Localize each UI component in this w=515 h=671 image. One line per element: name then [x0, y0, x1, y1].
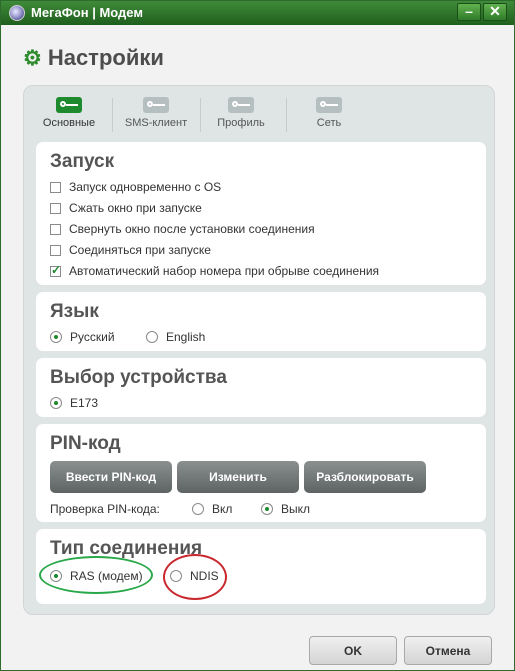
- auto-redial-option[interactable]: Автоматический набор номера при обрыве с…: [50, 263, 380, 278]
- pin-section: PIN-код Ввести PIN-код Изменить Разблоки…: [36, 424, 486, 522]
- pin-check-off-option[interactable]: Выкл: [261, 502, 310, 516]
- language-english-radio[interactable]: [146, 331, 158, 343]
- device-section: Выбор устройства E173: [36, 358, 486, 417]
- pin-check-off-radio[interactable]: [261, 503, 273, 515]
- pin-check-on-option[interactable]: Вкл: [192, 502, 232, 516]
- window-title: МегаФон | Модем: [31, 5, 143, 20]
- red-highlight-ellipse: [163, 554, 227, 600]
- tab-network-label: Сеть: [316, 117, 342, 129]
- title-bar[interactable]: МегаФон | Модем – ✕: [1, 1, 514, 25]
- launch-with-os-option[interactable]: Запуск одновременно с OS: [50, 180, 221, 194]
- pin-check-on-label: Вкл: [212, 502, 233, 516]
- tab-basic-label: Основные: [42, 117, 96, 129]
- auto-redial-label: Автоматический набор номера при обрыве с…: [69, 264, 380, 278]
- tab-basic[interactable]: Основные: [34, 94, 104, 140]
- minimize-on-start-label: Сжать окно при запуске: [69, 201, 202, 215]
- launch-title: Запуск: [50, 151, 115, 172]
- language-russian-radio[interactable]: [50, 331, 62, 343]
- gear-icon: ⚙: [23, 47, 42, 70]
- collapse-after-connect-option[interactable]: Свернуть окно после установки соединения: [50, 222, 315, 236]
- tab-sms-label: SMS-клиент: [124, 117, 188, 129]
- pin-check-label: Проверка PIN-кода:: [50, 502, 160, 516]
- device-e173-radio[interactable]: [50, 397, 62, 409]
- minimize-on-start-checkbox[interactable]: [50, 202, 61, 214]
- sms-key-icon: [143, 97, 169, 113]
- page-title: ⚙ Настройки: [23, 45, 164, 71]
- pin-check-off-label: Выкл: [281, 502, 311, 516]
- close-button[interactable]: ✕: [483, 3, 507, 21]
- cancel-button[interactable]: Отмена: [404, 636, 492, 665]
- minimize-on-start-option[interactable]: Сжать окно при запуске: [50, 201, 202, 215]
- tab-bar: Основные SMS-клиент Профиль Сеть: [24, 94, 494, 140]
- device-title: Выбор устройства: [50, 367, 227, 388]
- launch-section: Запуск Запуск одновременно с OS Сжать ок…: [36, 142, 486, 285]
- connect-on-start-option[interactable]: Соединяться при запуске: [50, 243, 211, 257]
- tab-divider: [286, 98, 287, 132]
- collapse-after-connect-label: Свернуть окно после установки соединения: [69, 222, 315, 236]
- language-english-label: English: [166, 330, 206, 344]
- tab-divider: [112, 98, 113, 132]
- tab-network[interactable]: Сеть: [294, 94, 364, 140]
- page-title-text: Настройки: [47, 45, 164, 70]
- pin-title: PIN-код: [50, 433, 121, 454]
- green-highlight-ellipse: [39, 556, 153, 594]
- language-russian-option[interactable]: Русский: [50, 330, 115, 344]
- language-russian-label: Русский: [70, 330, 115, 344]
- connect-on-start-checkbox[interactable]: [50, 244, 61, 256]
- settings-folder-icon: [56, 97, 82, 113]
- minimize-button[interactable]: –: [457, 3, 481, 21]
- tab-profile[interactable]: Профиль: [206, 94, 276, 140]
- tab-divider: [200, 98, 201, 132]
- language-english-option[interactable]: English: [146, 330, 205, 344]
- app-window: МегаФон | Модем – ✕ ⚙ Настройки Основные …: [0, 0, 515, 671]
- connect-on-start-label: Соединяться при запуске: [69, 243, 211, 257]
- unlock-pin-button[interactable]: Разблокировать: [304, 461, 426, 493]
- megafon-logo-icon: [9, 5, 25, 21]
- collapse-after-connect-checkbox[interactable]: [50, 223, 61, 235]
- language-section: Язык Русский English: [36, 292, 486, 351]
- tab-sms-client[interactable]: SMS-клиент: [118, 94, 194, 140]
- language-title: Язык: [50, 301, 99, 322]
- network-key-icon: [316, 97, 342, 113]
- change-pin-button[interactable]: Изменить: [177, 461, 299, 493]
- settings-panel: Основные SMS-клиент Профиль Сеть Запуск: [23, 85, 495, 615]
- enter-pin-button[interactable]: Ввести PIN-код: [50, 461, 172, 493]
- device-e173-label: E173: [70, 396, 99, 410]
- pin-check-on-radio[interactable]: [192, 503, 204, 515]
- launch-with-os-label: Запуск одновременно с OS: [69, 180, 222, 194]
- auto-redial-checkbox[interactable]: [50, 263, 61, 277]
- launch-with-os-checkbox[interactable]: [50, 181, 61, 193]
- profile-key-icon: [228, 97, 254, 113]
- tab-profile-label: Профиль: [217, 117, 265, 129]
- device-e173-option[interactable]: E173: [50, 396, 98, 410]
- ok-button[interactable]: OK: [309, 636, 397, 665]
